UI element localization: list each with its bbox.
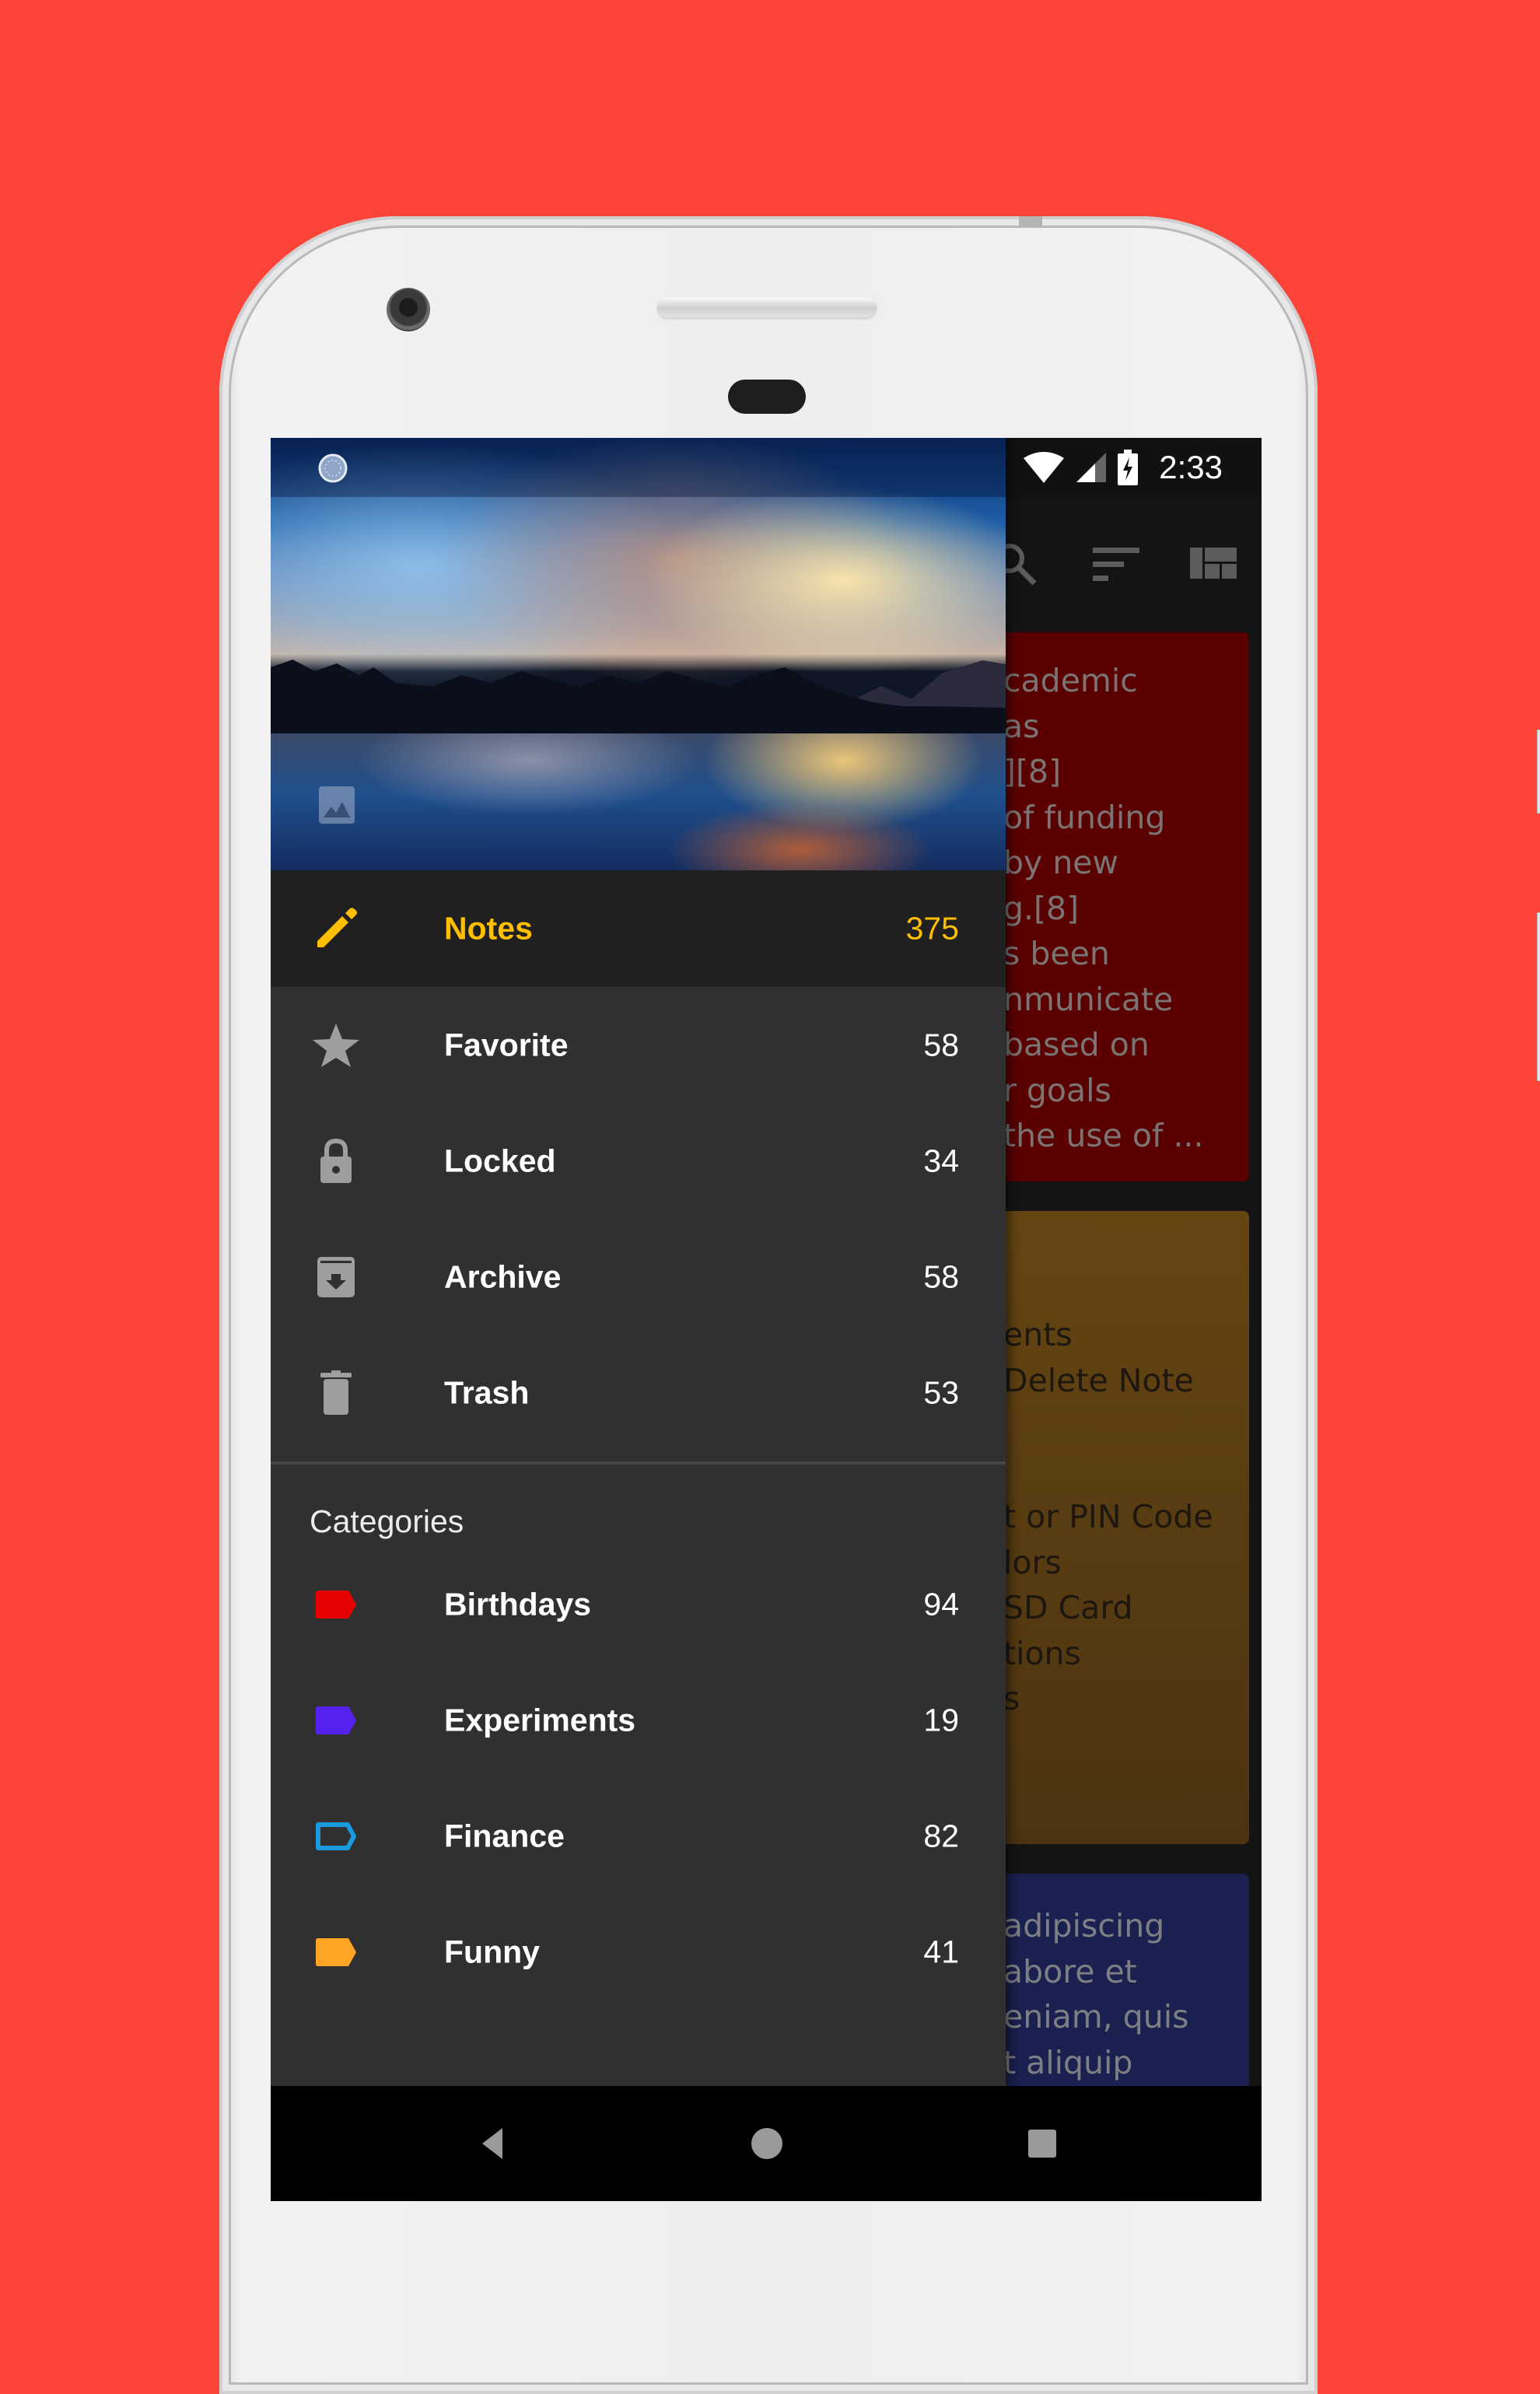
category-item-birthdays[interactable]: Birthdays 94	[271, 1546, 1006, 1662]
drawer-item-label: Favorite	[444, 1027, 569, 1062]
drawer-item-count: 34	[923, 1143, 959, 1178]
note-line: t aliquip	[1003, 2043, 1133, 2081]
header-water	[271, 733, 1006, 870]
drawer-item-trash[interactable]: Trash 53	[271, 1335, 1006, 1451]
note-line: of funding	[1003, 798, 1166, 836]
drawer-item-label: Trash	[444, 1374, 530, 1410]
note-line: by new	[1003, 844, 1119, 881]
clock: 2:33	[1159, 449, 1223, 485]
category-item-funny[interactable]: Funny 41	[271, 1894, 1006, 2010]
note-line: nmunicate	[1003, 980, 1174, 1018]
archive-icon	[317, 1256, 355, 1297]
label-icon	[316, 1706, 356, 1734]
wifi-icon	[1024, 452, 1065, 483]
note-line: s been	[1003, 935, 1110, 972]
note-line: as	[1003, 707, 1040, 745]
phone-top-seam	[1019, 216, 1042, 227]
home-button[interactable]	[748, 2125, 786, 2162]
note-line: ][8]	[1003, 753, 1062, 790]
drawer-item-count: 58	[923, 1258, 959, 1294]
battery-charging-icon	[1118, 450, 1139, 485]
drawer-item-label: Locked	[444, 1143, 556, 1178]
layout-icon[interactable]	[1188, 540, 1238, 590]
label-icon	[316, 1937, 356, 1966]
volume-button	[1537, 912, 1540, 1081]
sync-icon	[318, 453, 348, 483]
note-line: SD Card	[1003, 1589, 1133, 1626]
category-label: Finance	[444, 1818, 565, 1853]
star-icon	[313, 1023, 359, 1067]
drawer-item-label: Notes	[444, 910, 533, 947]
categories-label: Categories	[310, 1503, 464, 1539]
drawer-menu: Notes 375 Favorite 58 Locked 34 Archive …	[271, 870, 1006, 2010]
drawer-item-count: 375	[905, 910, 959, 947]
note-line: abore et	[1003, 1952, 1137, 1990]
note-preview: cademic as ][8] of funding by new g.[8] …	[1003, 658, 1204, 1159]
drawer-item-archive[interactable]: Archive 58	[271, 1219, 1006, 1335]
signal-icon	[1076, 453, 1107, 482]
category-count: 41	[923, 1934, 959, 1969]
drawer-item-locked[interactable]: Locked 34	[271, 1103, 1006, 1219]
system-navigation-bar	[271, 2086, 1262, 2201]
category-item-finance[interactable]: Finance 82	[271, 1778, 1006, 1894]
drawer-item-label: Archive	[444, 1258, 562, 1294]
note-line: s	[1003, 1680, 1020, 1717]
note-line: the use of ...	[1003, 1117, 1204, 1154]
category-item-experiments[interactable]: Experiments 19	[271, 1662, 1006, 1778]
power-button	[1537, 730, 1540, 814]
note-line: r goals	[1003, 1071, 1111, 1109]
note-line: tions	[1003, 1634, 1081, 1672]
drawer-item-count: 58	[923, 1027, 959, 1062]
label-icon	[316, 1590, 356, 1619]
note-preview: ents Delete Note t or PIN Code lors SD C…	[1003, 1312, 1213, 1722]
proximity-sensor	[728, 380, 806, 414]
label-outline-icon	[316, 1822, 356, 1850]
trash-icon	[320, 1370, 352, 1415]
image-icon[interactable]	[319, 786, 355, 824]
note-preview: adipiscing abore et eniam, quis t aliqui…	[1003, 1903, 1189, 2085]
drawer-item-favorite[interactable]: Favorite 58	[271, 987, 1006, 1103]
note-line: cademic	[1003, 662, 1138, 699]
note-line: eniam, quis	[1003, 1998, 1189, 2035]
note-line: adipiscing	[1003, 1907, 1165, 1944]
note-line: Delete Note	[1003, 1361, 1194, 1399]
note-line	[1003, 1403, 1213, 1449]
category-label: Funny	[444, 1934, 540, 1969]
category-count: 19	[923, 1702, 959, 1738]
note-line: g.[8]	[1003, 889, 1080, 927]
drawer-item-notes[interactable]: Notes 375	[271, 870, 1006, 987]
recents-button[interactable]	[1024, 2125, 1061, 2162]
phone-screen: 2:33 cademic as ][8] of funding by new g…	[271, 438, 1262, 2201]
note-line: based on	[1003, 1026, 1150, 1063]
category-count: 82	[923, 1818, 959, 1853]
category-label: Birthdays	[444, 1586, 592, 1622]
back-button[interactable]	[474, 2125, 512, 2162]
note-line: t or PIN Code	[1003, 1498, 1213, 1535]
lock-icon	[320, 1138, 352, 1183]
navigation-drawer: Notes 375 Favorite 58 Locked 34 Archive …	[271, 438, 1006, 2086]
note-line: lors	[1003, 1543, 1062, 1581]
note-line	[1003, 1449, 1213, 1495]
category-count: 94	[923, 1586, 959, 1622]
note-line: ents	[1003, 1316, 1073, 1353]
front-camera	[387, 288, 430, 331]
header-status-overlay	[271, 438, 1006, 497]
status-icons: 2:33	[1022, 438, 1223, 497]
earpiece-speaker	[657, 297, 877, 317]
drawer-header-image[interactable]	[271, 438, 1006, 870]
category-label: Experiments	[444, 1702, 636, 1738]
pencil-icon	[317, 908, 357, 947]
sort-icon[interactable]	[1091, 540, 1141, 590]
drawer-item-count: 53	[923, 1374, 959, 1410]
